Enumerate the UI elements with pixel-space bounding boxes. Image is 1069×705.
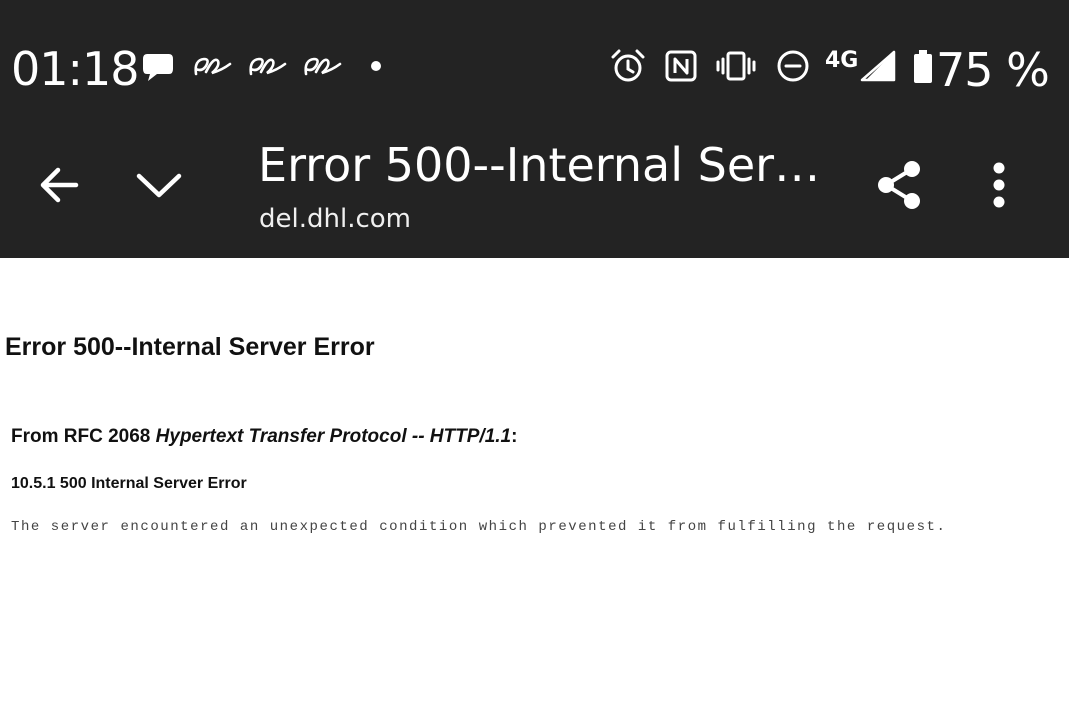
rfc-suffix: : <box>511 426 518 447</box>
signal-icon <box>860 50 896 82</box>
back-button[interactable] <box>27 153 91 217</box>
section-heading: 10.5.1 500 Internal Server Error <box>11 475 247 492</box>
collapse-button[interactable] <box>127 153 191 217</box>
error-description: The server encountered an unexpected con… <box>11 519 947 535</box>
signature-app-icon <box>194 57 232 76</box>
rfc-title: Hypertext Transfer Protocol -- HTTP/1.1 <box>155 426 512 447</box>
more-options-button[interactable] <box>967 153 1031 217</box>
chat-bubble-icon <box>143 54 173 81</box>
more-dot-icon <box>371 61 381 71</box>
status-bar: 01:18 4G 75 % <box>0 0 1069 125</box>
rfc-prefix: From RFC 2068 <box>11 426 156 447</box>
rfc-reference: From RFC 2068 Hypertext Transfer Protoco… <box>11 426 517 448</box>
page-url: del.dhl.com <box>259 204 411 234</box>
battery-icon <box>914 50 932 83</box>
share-button[interactable] <box>867 153 931 217</box>
page-title: Error 500--Internal Ser… <box>258 138 818 192</box>
page-content: Error 500--Internal Server Error From RF… <box>0 258 1069 705</box>
signature-app-icon <box>304 57 342 76</box>
status-time: 01:18 <box>11 42 140 96</box>
back-arrow-icon <box>40 167 79 203</box>
do-not-disturb-icon <box>777 50 809 82</box>
error-heading: Error 500--Internal Server Error <box>5 333 375 361</box>
alarm-icon <box>611 49 645 82</box>
4g-icon: 4G <box>825 48 859 73</box>
signature-app-icon <box>249 57 287 76</box>
vibrate-icon <box>716 51 756 81</box>
battery-percent: 75 % <box>936 43 1050 97</box>
share-icon <box>878 161 920 209</box>
chevron-down-icon <box>136 173 182 198</box>
nfc-icon <box>665 50 697 82</box>
more-vert-icon <box>993 162 1005 208</box>
